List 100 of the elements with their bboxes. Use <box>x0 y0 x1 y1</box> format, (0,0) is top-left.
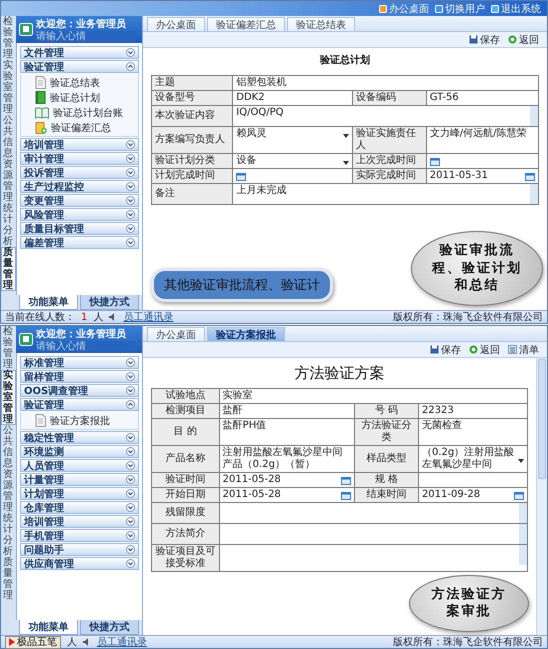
menu-item[interactable]: OOS调查管理 <box>20 384 139 397</box>
menu-item[interactable]: 稳定性管理 <box>20 431 139 444</box>
submenu-item[interactable]: 验证总计划台账 <box>21 105 138 120</box>
expand-icon[interactable] <box>126 461 135 470</box>
toolbar-button[interactable]: 保存 <box>469 32 500 46</box>
expand-icon[interactable] <box>126 168 135 177</box>
page-tab[interactable]: 验证总结表 <box>287 17 355 31</box>
menu-item[interactable]: 验证管理 <box>20 398 139 411</box>
contacts-link[interactable]: 员工通讯录 <box>97 635 147 649</box>
menu-item[interactable]: 投诉管理 <box>20 166 139 179</box>
menu-item[interactable]: 计划管理 <box>20 487 139 500</box>
text-field[interactable]: 实验室 <box>220 389 527 403</box>
side-tab[interactable]: 统计分析 <box>1 203 16 247</box>
expand-icon[interactable] <box>126 358 135 367</box>
menu-item[interactable]: 供应商管理 <box>20 557 139 570</box>
text-field[interactable]: 铝塑包装机 <box>233 76 538 90</box>
calendar-icon[interactable] <box>236 172 246 180</box>
expand-icon[interactable] <box>126 531 135 540</box>
menu-item[interactable]: 环境监测 <box>20 445 139 458</box>
menu-item[interactable]: 计量管理 <box>20 473 139 486</box>
menu-item[interactable]: 文件管理 <box>20 46 139 59</box>
header-link[interactable]: 退出系统 <box>491 2 541 16</box>
menu-item[interactable]: 人员管理 <box>20 459 139 472</box>
contacts-link[interactable]: 员工通讯录 <box>123 310 174 324</box>
expand-icon[interactable] <box>126 154 135 163</box>
sidebar-tab[interactable]: 快捷方式 <box>80 295 139 310</box>
menu-item[interactable]: 验证管理 <box>20 60 139 73</box>
menu-item[interactable]: 仓库管理 <box>20 501 139 514</box>
menu-item[interactable]: 留样管理 <box>20 370 139 383</box>
side-tab[interactable]: 公共信息 <box>1 425 16 469</box>
expand-icon[interactable] <box>126 372 135 381</box>
expand-icon[interactable] <box>126 400 135 409</box>
expand-icon[interactable] <box>126 238 135 247</box>
menu-item[interactable]: 培训管理 <box>20 515 139 528</box>
expand-icon[interactable] <box>126 386 135 395</box>
scrollbar[interactable] <box>536 358 547 635</box>
toolbar-button[interactable]: 返回 <box>508 32 539 46</box>
expand-icon[interactable] <box>126 475 135 484</box>
side-tab[interactable]: 检验管理 <box>1 326 16 370</box>
date-field[interactable]: 2011-05-28 <box>220 488 354 502</box>
expand-icon[interactable] <box>126 48 135 57</box>
submenu-item[interactable]: 验证总结表 <box>21 75 138 90</box>
toolbar-button[interactable]: 保存 <box>430 342 461 356</box>
expand-icon[interactable] <box>126 140 135 149</box>
text-field[interactable]: 22323 <box>418 404 527 418</box>
menu-item[interactable]: 生产过程监控 <box>20 180 139 193</box>
toolbar-button[interactable]: 清单 <box>508 342 539 356</box>
ime-toolbar[interactable]: 极品五笔 <box>5 636 61 648</box>
menu-item[interactable]: 问题助手 <box>20 543 139 556</box>
dropdown-field[interactable]: 设备 <box>233 154 352 168</box>
expand-icon[interactable] <box>126 182 135 191</box>
expand-icon[interactable] <box>126 503 135 512</box>
side-tab[interactable]: 统计分析 <box>1 513 16 557</box>
menu-item[interactable]: 偏差管理 <box>20 236 139 249</box>
calendar-icon[interactable] <box>514 492 524 500</box>
date-field[interactable]: 2011-05-28 <box>220 473 354 487</box>
page-tab[interactable]: 办公桌面 <box>147 17 205 31</box>
header-link[interactable]: 办公桌面 <box>379 2 429 16</box>
submenu-item[interactable]: 验证偏差汇总 <box>21 120 138 135</box>
text-field[interactable]: DDK2 <box>233 91 352 105</box>
date-field[interactable]: 2011-09-28 <box>418 488 527 502</box>
expand-icon[interactable] <box>126 210 135 219</box>
expand-icon[interactable] <box>126 489 135 498</box>
menu-item[interactable]: 质量目标管理 <box>20 222 139 235</box>
calendar-icon[interactable] <box>430 158 440 166</box>
side-tab[interactable]: 实验室管理 <box>1 60 16 115</box>
expand-icon[interactable] <box>126 545 135 554</box>
dropdown-field[interactable]: （0.2g）注射用盐酸左氧氟沙星中间 <box>418 446 527 472</box>
text-field[interactable]: 盐酐 <box>220 404 354 418</box>
submenu-item[interactable]: 验证方案报批 <box>21 413 138 428</box>
expand-icon[interactable] <box>126 224 135 233</box>
page-tab[interactable]: 验证方案报批 <box>207 327 285 341</box>
menu-item[interactable]: 标准管理 <box>20 356 139 369</box>
side-tab[interactable]: 资源管理 <box>1 159 16 203</box>
side-tab[interactable]: 公共信息 <box>1 115 16 159</box>
expand-icon[interactable] <box>126 433 135 442</box>
calendar-icon[interactable] <box>341 492 352 500</box>
expand-icon[interactable] <box>126 559 135 568</box>
menu-item[interactable]: 培训管理 <box>20 138 139 151</box>
text-field[interactable]: 注射用盐酸左氧氟沙星中间产品（0.2g）（暂） <box>220 446 354 472</box>
expand-icon[interactable] <box>126 517 135 526</box>
side-tab[interactable]: 实验室管理 <box>1 370 16 425</box>
expand-icon[interactable] <box>126 62 135 71</box>
calendar-icon[interactable] <box>341 477 352 485</box>
text-field[interactable]: GT-56 <box>426 91 538 105</box>
expand-icon[interactable] <box>126 447 135 456</box>
menu-item[interactable]: 风险管理 <box>20 208 139 221</box>
expand-icon[interactable] <box>126 196 135 205</box>
side-tab[interactable]: 质量管理 <box>1 557 16 601</box>
side-tab[interactable]: 质量管理 <box>1 247 16 291</box>
header-link[interactable]: 切换用户 <box>435 2 485 16</box>
sidebar-tab[interactable]: 功能菜单 <box>19 620 78 635</box>
date-field[interactable]: 2011-05-31 <box>426 169 538 183</box>
text-area[interactable]: 上月未完成 <box>233 184 538 204</box>
side-tab[interactable]: 资源管理 <box>1 469 16 513</box>
sidebar-tab[interactable]: 快捷方式 <box>80 620 139 635</box>
calendar-icon[interactable] <box>525 173 535 181</box>
page-tab[interactable]: 办公桌面 <box>147 327 205 341</box>
side-tab[interactable]: 检验管理 <box>1 16 16 60</box>
menu-item[interactable]: 审计管理 <box>20 152 139 165</box>
